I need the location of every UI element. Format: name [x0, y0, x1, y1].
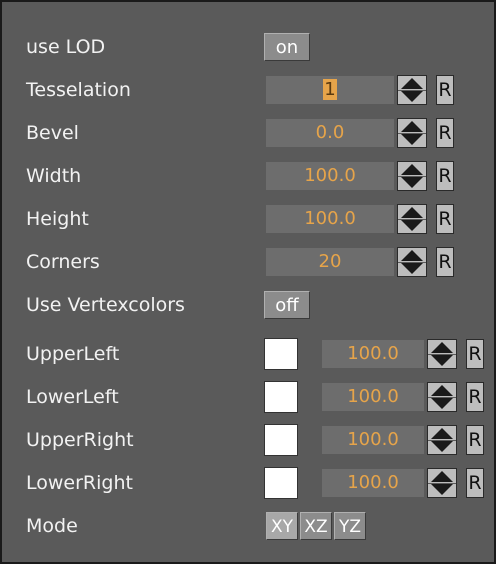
spinner-down-icon[interactable]: [431, 484, 453, 495]
use-lod-label: use LOD: [26, 36, 106, 58]
tesselation-label: Tesselation: [26, 79, 131, 101]
lower-left-label: LowerLeft: [26, 386, 119, 408]
height-input[interactable]: 100.0: [266, 205, 394, 233]
upper-left-color-swatch[interactable]: [264, 338, 298, 370]
row-use-lod: use LOD on: [2, 29, 494, 65]
spinner-up-icon[interactable]: [401, 78, 423, 89]
corners-reset-button[interactable]: R: [436, 247, 454, 277]
bevel-label: Bevel: [26, 122, 79, 144]
lower-right-spinner[interactable]: [427, 468, 457, 498]
bevel-spinner[interactable]: [397, 118, 427, 148]
use-lod-toggle[interactable]: on: [264, 33, 310, 61]
upper-right-input[interactable]: 100.0: [322, 426, 424, 454]
row-lower-left: LowerLeft 100.0 R: [2, 379, 494, 415]
lower-left-input[interactable]: 100.0: [322, 383, 424, 411]
upper-right-spinner[interactable]: [427, 425, 457, 455]
row-lower-right: LowerRight 100.0 R: [2, 465, 494, 501]
tesselation-input[interactable]: 1: [266, 76, 394, 104]
spinner-up-icon[interactable]: [431, 342, 453, 353]
row-bevel: Bevel 0.0 R: [2, 115, 494, 151]
row-corners: Corners 20 R: [2, 244, 494, 280]
use-vertexcolors-label: Use Vertexcolors: [26, 294, 185, 316]
spinner-down-icon[interactable]: [431, 355, 453, 366]
upper-left-input[interactable]: 100.0: [322, 340, 424, 368]
upper-right-label: UpperRight: [26, 429, 134, 451]
tesselation-value: 1: [323, 79, 337, 100]
upper-left-spinner[interactable]: [427, 339, 457, 369]
spinner-down-icon[interactable]: [401, 220, 423, 231]
lower-right-reset-button[interactable]: R: [466, 468, 484, 498]
lower-left-spinner[interactable]: [427, 382, 457, 412]
height-spinner[interactable]: [397, 204, 427, 234]
row-tesselation: Tesselation 1 R: [2, 72, 494, 108]
spinner-down-icon[interactable]: [401, 263, 423, 274]
tesselation-reset-button[interactable]: R: [436, 75, 454, 105]
width-reset-button[interactable]: R: [436, 161, 454, 191]
upper-left-reset-button[interactable]: R: [466, 339, 484, 369]
spinner-up-icon[interactable]: [401, 250, 423, 261]
lower-right-input[interactable]: 100.0: [322, 469, 424, 497]
spinner-down-icon[interactable]: [401, 177, 423, 188]
spinner-down-icon[interactable]: [431, 441, 453, 452]
lower-right-color-swatch[interactable]: [264, 467, 298, 499]
mode-label: Mode: [26, 515, 78, 537]
spinner-down-icon[interactable]: [431, 398, 453, 409]
corners-spinner[interactable]: [397, 247, 427, 277]
properties-panel: use LOD on Tesselation 1 R Bevel 0.0 R W…: [0, 0, 496, 564]
height-label: Height: [26, 208, 89, 230]
spinner-up-icon[interactable]: [431, 385, 453, 396]
row-mode: Mode XY XZ YZ: [2, 508, 494, 544]
spinner-up-icon[interactable]: [431, 428, 453, 439]
mode-xz-button[interactable]: XZ: [300, 512, 332, 540]
bevel-input[interactable]: 0.0: [266, 119, 394, 147]
tesselation-spinner[interactable]: [397, 75, 427, 105]
row-use-vertexcolors: Use Vertexcolors off: [2, 287, 494, 323]
corners-label: Corners: [26, 251, 100, 273]
mode-yz-button[interactable]: YZ: [334, 512, 366, 540]
row-width: Width 100.0 R: [2, 158, 494, 194]
spinner-down-icon[interactable]: [401, 91, 423, 102]
spinner-up-icon[interactable]: [401, 121, 423, 132]
corners-input[interactable]: 20: [266, 248, 394, 276]
width-input[interactable]: 100.0: [266, 162, 394, 190]
upper-right-reset-button[interactable]: R: [466, 425, 484, 455]
width-label: Width: [26, 165, 82, 187]
row-height: Height 100.0 R: [2, 201, 494, 237]
lower-left-color-swatch[interactable]: [264, 381, 298, 413]
spinner-up-icon[interactable]: [401, 164, 423, 175]
spinner-down-icon[interactable]: [401, 134, 423, 145]
row-upper-left: UpperLeft 100.0 R: [2, 336, 494, 372]
use-vertexcolors-toggle[interactable]: off: [264, 291, 310, 319]
lower-left-reset-button[interactable]: R: [466, 382, 484, 412]
upper-left-label: UpperLeft: [26, 343, 120, 365]
row-upper-right: UpperRight 100.0 R: [2, 422, 494, 458]
width-spinner[interactable]: [397, 161, 427, 191]
mode-xy-button[interactable]: XY: [266, 512, 298, 540]
lower-right-label: LowerRight: [26, 472, 133, 494]
bevel-reset-button[interactable]: R: [436, 118, 454, 148]
spinner-up-icon[interactable]: [401, 207, 423, 218]
height-reset-button[interactable]: R: [436, 204, 454, 234]
spinner-up-icon[interactable]: [431, 471, 453, 482]
upper-right-color-swatch[interactable]: [264, 424, 298, 456]
